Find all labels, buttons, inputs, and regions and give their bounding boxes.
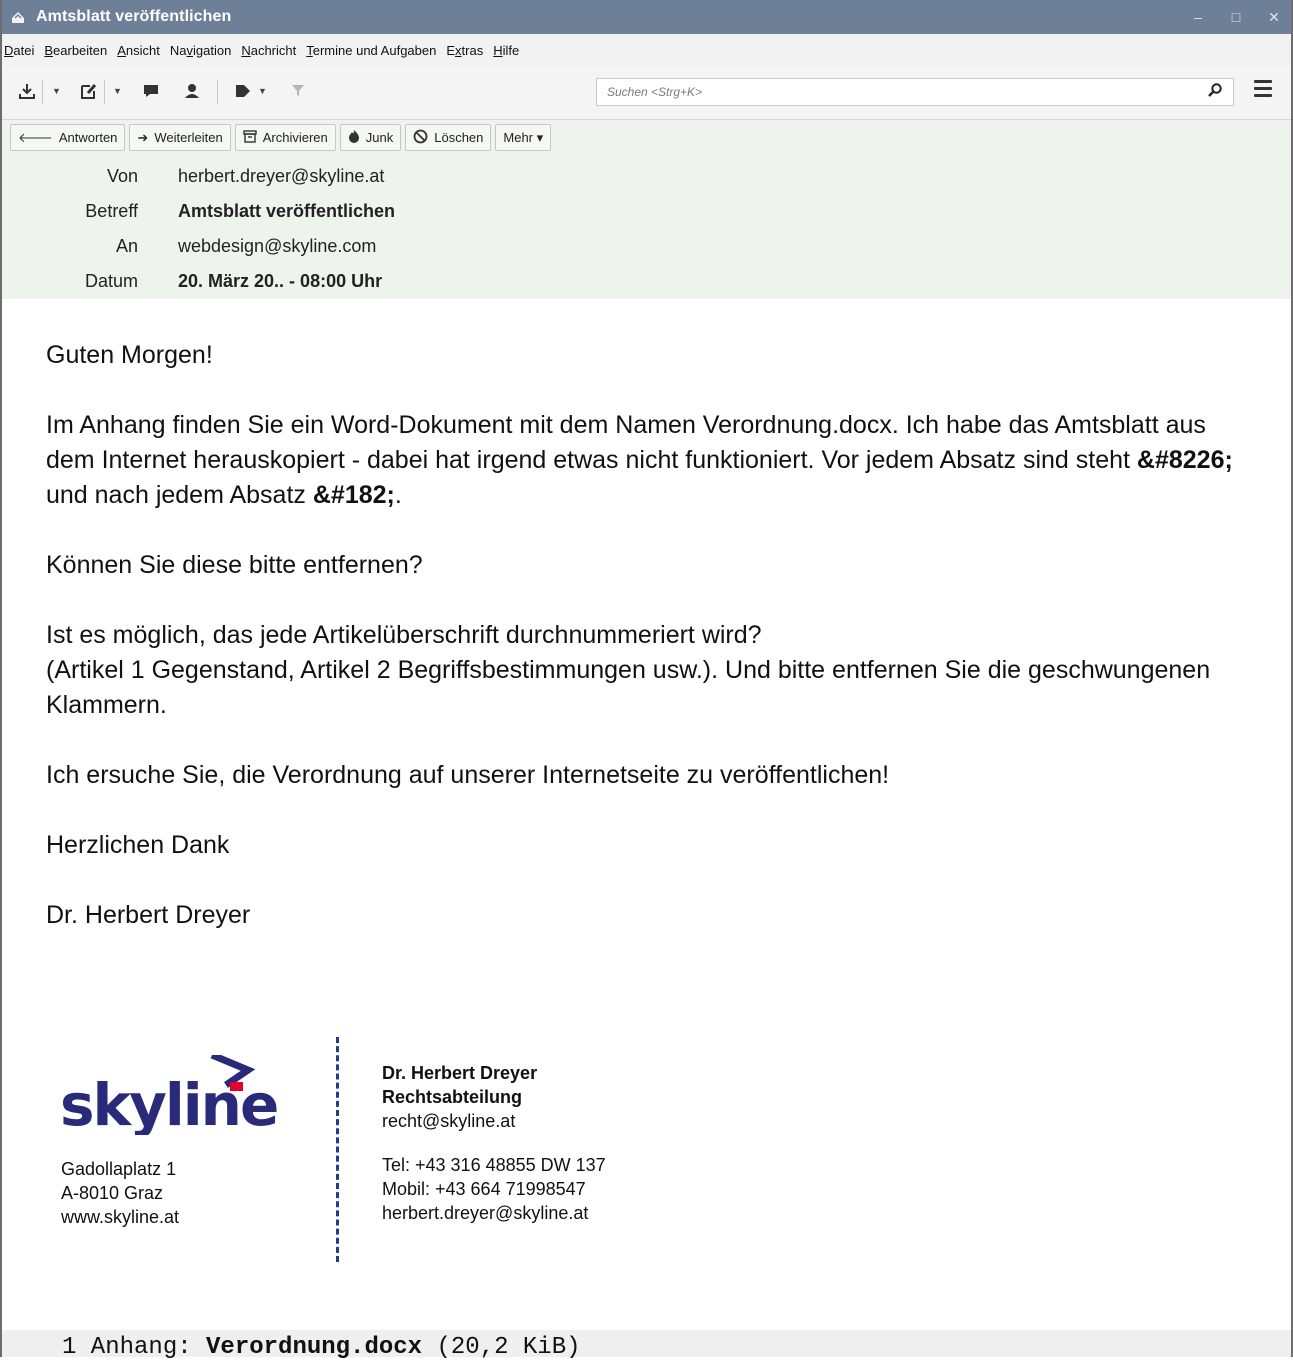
write-icon[interactable] — [80, 82, 98, 105]
chevron-down-icon[interactable]: ▼ — [113, 86, 122, 96]
from-label: Von — [106, 166, 138, 186]
search-field[interactable]: Suchen <Strg+K> — [596, 78, 1234, 106]
from-row: Von herbert.dreyer@skyline.at — [0, 162, 1293, 197]
svg-text:skyline: skyline — [60, 1071, 277, 1135]
signature-tel: Tel: +43 316 48855 DW 137 — [382, 1155, 606, 1175]
signature-dept-email[interactable]: recht@skyline.at — [382, 1109, 606, 1133]
forward-icon: ➜ — [137, 129, 149, 145]
menu-navigation[interactable]: Navigation — [166, 43, 235, 58]
message-body: Guten Morgen! Im Anhang finden Sie ein W… — [46, 338, 1246, 933]
to-value[interactable]: webdesign@skyline.com — [178, 236, 376, 257]
archive-button[interactable]: Archivieren — [234, 124, 336, 151]
subject-label: Betreff — [85, 201, 138, 221]
attachment-bar[interactable]: 1 Anhang: Verordnung.docx (20,2 KiB) — [0, 1330, 1293, 1361]
date-value: 20. März 20.. - 08:00 Uhr — [178, 271, 383, 291]
to-label: An — [115, 236, 138, 256]
signature-name: Dr. Herbert Dreyer — [382, 1063, 538, 1083]
to-row: An webdesign@skyline.com — [0, 232, 1293, 267]
pilcrow-entity-code: &#182; — [312, 481, 395, 509]
skyline-logo: skyline — [58, 1051, 288, 1139]
search-icon[interactable] — [1207, 82, 1223, 103]
date-label: Datum — [84, 271, 138, 291]
minimize-button[interactable]: – — [1179, 9, 1217, 25]
signature-mobile: Mobil: +43 664 71998547 — [382, 1179, 586, 1199]
forward-button[interactable]: ➜ Weiterleiten — [129, 124, 231, 151]
signature-contact: Dr. Herbert Dreyer Rechtsabteilung recht… — [382, 1061, 606, 1225]
reply-icon: 🡐 — [18, 129, 53, 145]
menu-datei[interactable]: Datei — [0, 43, 38, 58]
company-address: Gadollaplatz 1 A-8010 Graz www.skyline.a… — [61, 1157, 179, 1229]
from-value[interactable]: herbert.dreyer@skyline.at — [178, 166, 384, 187]
title-bar: Amtsblatt veröffentlichen – □ ✕ — [0, 0, 1293, 34]
signature-email[interactable]: herbert.dreyer@skyline.at — [382, 1201, 606, 1225]
date-row: Datum 20. März 20.. - 08:00 Uhr — [0, 267, 1293, 302]
reply-button[interactable]: 🡐 Antworten — [10, 124, 126, 151]
menu-hilfe[interactable]: Hilfe — [489, 43, 523, 58]
subject-value: Amtsblatt veröffentlichen — [178, 201, 396, 221]
greeting: Guten Morgen! — [46, 341, 213, 369]
signature-department: Rechtsabteilung — [382, 1087, 523, 1107]
delete-button[interactable]: Löschen — [405, 124, 492, 151]
website-link[interactable]: www.skyline.at — [61, 1205, 179, 1229]
toolbar-separator — [42, 80, 43, 104]
chevron-down-icon[interactable]: ▼ — [258, 86, 267, 96]
more-button[interactable]: Mehr ▾ — [495, 124, 552, 151]
paragraph-publish: Ich ersuche Sie, die Verordnung auf unse… — [46, 761, 890, 789]
signature-divider — [336, 1037, 339, 1262]
message-header: 🡐 Antworten ➜ Weiterleiten Archivieren Jun… — [0, 120, 1293, 299]
chevron-down-icon[interactable]: ▼ — [52, 86, 61, 96]
address-book-icon[interactable] — [183, 82, 201, 105]
subject-row: Betreff Amtsblatt veröffentlichen — [0, 197, 1293, 232]
window-title: Amtsblatt veröffentlichen — [36, 8, 232, 25]
filter-icon[interactable] — [290, 82, 306, 103]
message-actions: 🡐 Antworten ➜ Weiterleiten Archivieren Jun… — [10, 124, 552, 151]
junk-button[interactable]: Junk — [339, 124, 402, 151]
paragraph-numbering-line1: Ist es möglich, das jede Artikelüberschr… — [46, 621, 762, 649]
menu-termine-und-aufgaben[interactable]: Termine und Aufgaben — [302, 43, 440, 58]
header-fields: Von herbert.dreyer@skyline.at Betreff Am… — [0, 162, 1293, 302]
paragraph-attachment-info: Im Anhang finden Sie ein Word-Dokument m… — [46, 411, 1233, 509]
close-button[interactable]: ✕ — [1255, 9, 1293, 26]
main-toolbar: ▼ ▼ ▼ Suchen <Strg+K> — [0, 66, 1293, 120]
menu-extras[interactable]: Extras — [442, 43, 487, 58]
get-messages-icon[interactable] — [18, 82, 36, 105]
sender-name: Dr. Herbert Dreyer — [46, 901, 251, 929]
paragraph-numbering-line2: (Artikel 1 Gegenstand, Artikel 2 Begriff… — [46, 656, 1211, 719]
menu-bar: Datei Bearbeiten Ansicht Navigation Nach… — [0, 34, 1293, 66]
tag-icon[interactable] — [234, 82, 252, 105]
chat-icon[interactable] — [142, 82, 160, 105]
thunderbird-icon — [0, 10, 36, 24]
app-menu-icon[interactable] — [1254, 80, 1272, 101]
toolbar-separator — [104, 80, 105, 104]
search-placeholder: Suchen <Strg+K> — [607, 85, 703, 99]
junk-flame-icon — [348, 129, 360, 146]
toolbar-separator — [217, 80, 218, 104]
closing: Herzlichen Dank — [46, 831, 230, 859]
archive-icon — [243, 129, 257, 146]
address-street: Gadollaplatz 1 — [61, 1159, 177, 1179]
menu-ansicht[interactable]: Ansicht — [113, 43, 164, 58]
menu-bearbeiten[interactable]: Bearbeiten — [40, 43, 111, 58]
bullet-entity-code: &#8226; — [1136, 446, 1233, 474]
paragraph-request-remove: Können Sie diese bitte entfernen? — [46, 551, 423, 579]
address-city: A-8010 Graz — [61, 1183, 164, 1203]
maximize-button[interactable]: □ — [1217, 9, 1255, 25]
delete-icon — [413, 129, 428, 147]
menu-nachricht[interactable]: Nachricht — [237, 43, 300, 58]
